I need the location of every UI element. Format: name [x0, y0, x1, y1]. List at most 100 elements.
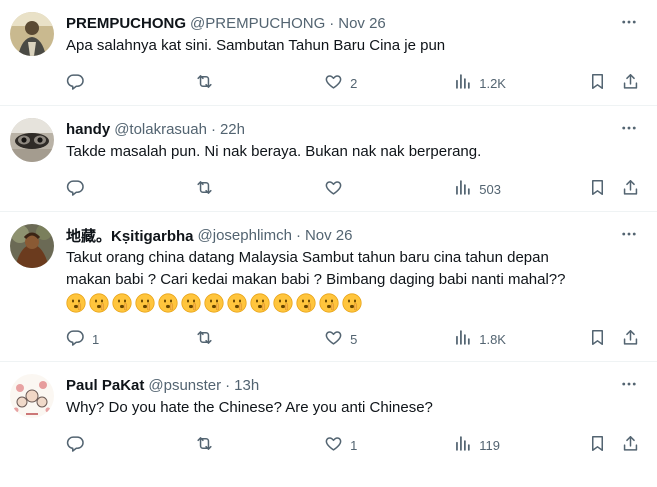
share-button[interactable] [621, 178, 641, 200]
more-dots-icon [620, 119, 638, 142]
views-count: 1.2K [479, 75, 506, 91]
bookmark-icon [588, 328, 607, 350]
like-count: 1 [350, 437, 358, 453]
avatar[interactable] [10, 118, 54, 162]
reply-icon [66, 328, 85, 350]
like-button[interactable]: 1 [324, 434, 453, 456]
more-options-button[interactable] [619, 226, 639, 246]
more-options-button[interactable] [619, 120, 639, 140]
share-button[interactable] [621, 72, 641, 94]
share-icon [621, 72, 640, 94]
views-button[interactable]: 1.8K [453, 328, 588, 350]
views-chart-icon [453, 328, 472, 350]
user-handle[interactable]: @psunster [148, 377, 221, 394]
avatar-column [10, 374, 56, 467]
tweet-header: handy @tolakrasuah · 22h [66, 118, 641, 140]
views-button[interactable]: 119 [453, 434, 588, 456]
bookmark-button[interactable] [588, 72, 621, 94]
retweet-icon [195, 72, 214, 94]
retweet-button[interactable] [195, 72, 324, 94]
action-bar: 1 5 1.8K [66, 321, 641, 357]
bookmark-button[interactable] [588, 434, 621, 456]
like-count: 5 [350, 331, 358, 347]
avatar-column [10, 12, 56, 105]
reply-button[interactable] [66, 178, 195, 200]
share-icon [621, 434, 640, 456]
timestamp[interactable]: Nov 26 [338, 15, 386, 32]
views-button[interactable]: 503 [453, 178, 588, 200]
tweet-text-line: makan babi ? Cari kedai makan babi ? Bim… [66, 271, 566, 288]
shushing-face-emoji [89, 293, 109, 313]
retweet-icon [195, 328, 214, 350]
tweet-body: handy @tolakrasuah · 22h Takde masalah p… [66, 118, 641, 211]
reply-icon [66, 178, 85, 200]
tweet-text: Takut orang china datang Malaysia Sambut… [66, 247, 641, 313]
shushing-face-emoji [112, 293, 132, 313]
shushing-face-emoji [66, 293, 86, 313]
like-count: 2 [350, 75, 358, 91]
like-button[interactable] [324, 178, 453, 200]
reply-button[interactable]: 1 [66, 328, 195, 350]
bookmark-icon [588, 434, 607, 456]
shushing-face-emoji [135, 293, 155, 313]
emoji-row [66, 293, 641, 313]
more-options-button[interactable] [619, 14, 639, 34]
reply-button[interactable] [66, 72, 195, 94]
share-icon [621, 178, 640, 200]
tweet[interactable]: handy @tolakrasuah · 22h Takde masalah p… [0, 106, 657, 212]
retweet-icon [195, 434, 214, 456]
avatar[interactable] [10, 224, 54, 268]
retweet-icon [195, 178, 214, 200]
separator-dot: · [329, 14, 335, 32]
more-dots-icon [620, 225, 638, 248]
tweet-body: Paul PaKat @psunster · 13h Why? Do you h… [66, 374, 641, 467]
shushing-face-emoji [273, 293, 293, 313]
shushing-face-emoji [158, 293, 178, 313]
tweet-text-line: Takut orang china datang Malaysia Sambut… [66, 249, 549, 266]
tweet-body: PREMPUCHONG @PREMPUCHONG · Nov 26 Apa sa… [66, 12, 641, 105]
heart-icon [324, 178, 343, 200]
views-button[interactable]: 1.2K [453, 72, 588, 94]
user-handle[interactable]: @josephlimch [198, 227, 292, 244]
avatar-column [10, 118, 56, 211]
display-name[interactable]: PREMPUCHONG [66, 15, 186, 32]
shushing-face-emoji [342, 293, 362, 313]
retweet-button[interactable] [195, 328, 324, 350]
share-button[interactable] [621, 434, 641, 456]
shushing-face-emoji [227, 293, 247, 313]
share-icon [621, 328, 640, 350]
retweet-button[interactable] [195, 434, 324, 456]
avatar[interactable] [10, 12, 54, 56]
avatar[interactable] [10, 374, 54, 418]
bookmark-button[interactable] [588, 178, 621, 200]
views-count: 503 [479, 181, 501, 197]
action-bar: 2 1.2K [66, 65, 641, 101]
share-button[interactable] [621, 328, 641, 350]
bookmark-button[interactable] [588, 328, 621, 350]
tweet-text-line: Apa salahnya kat sini. Sambutan Tahun Ba… [66, 37, 446, 54]
like-button[interactable]: 2 [324, 72, 453, 94]
heart-icon [324, 328, 343, 350]
more-dots-icon [620, 13, 638, 36]
display-name[interactable]: 地藏。Kṣitigarbha [66, 225, 194, 246]
reply-feed: PREMPUCHONG @PREMPUCHONG · Nov 26 Apa sa… [0, 0, 657, 487]
tweet-text: Why? Do you hate the Chinese? Are you an… [66, 397, 641, 419]
retweet-button[interactable] [195, 178, 324, 200]
reply-button[interactable] [66, 434, 195, 456]
tweet[interactable]: PREMPUCHONG @PREMPUCHONG · Nov 26 Apa sa… [0, 0, 657, 106]
reply-count: 1 [92, 331, 100, 347]
more-options-button[interactable] [619, 376, 639, 396]
timestamp[interactable]: 13h [234, 377, 259, 394]
user-handle[interactable]: @tolakrasuah [114, 121, 207, 138]
bookmark-icon [588, 72, 607, 94]
display-name[interactable]: Paul PaKat [66, 377, 144, 394]
tweet[interactable]: Paul PaKat @psunster · 13h Why? Do you h… [0, 362, 657, 467]
avatar-column [10, 224, 56, 361]
display-name[interactable]: handy [66, 121, 110, 138]
like-button[interactable]: 5 [324, 328, 453, 350]
shushing-face-emoji [181, 293, 201, 313]
timestamp[interactable]: 22h [220, 121, 245, 138]
tweet[interactable]: 地藏。Kṣitigarbha @josephlimch · Nov 26 Tak… [0, 212, 657, 362]
timestamp[interactable]: Nov 26 [305, 227, 353, 244]
user-handle[interactable]: @PREMPUCHONG [190, 15, 325, 32]
